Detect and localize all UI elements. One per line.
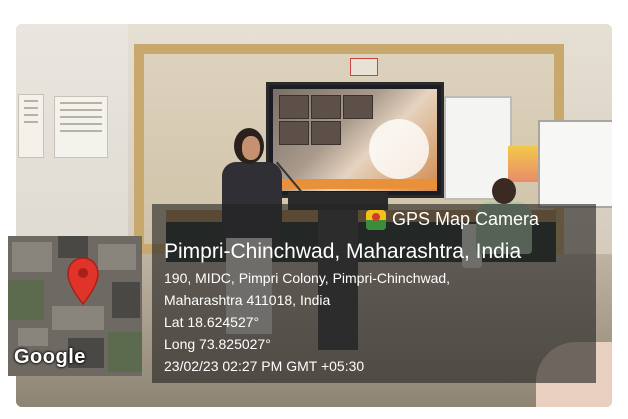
address-line-2: Maharashtra 411018, India (164, 292, 331, 308)
speaker-face (242, 136, 260, 160)
google-logo: Google (14, 346, 86, 368)
room-sign (350, 58, 378, 76)
notice-board (54, 96, 108, 158)
video-tile (311, 95, 341, 119)
notice-board (18, 94, 44, 158)
gps-map-camera-badge: GPS Map Camera (362, 206, 594, 234)
whiteboard (538, 120, 612, 208)
video-tile (343, 95, 373, 119)
timestamp: 23/02/23 02:27 PM GMT +05:30 (164, 358, 365, 374)
gps-map-camera-icon (366, 210, 386, 230)
seated-person-head (492, 178, 516, 204)
screen-circle (369, 119, 429, 179)
app-name: GPS Map Camera (392, 209, 540, 229)
map-pin-icon (67, 257, 99, 306)
map-thumbnail: Google (8, 236, 142, 376)
location-title: Pimpri-Chinchwad, Maharashtra, India (164, 240, 522, 263)
screen-content (273, 89, 437, 191)
video-tile (311, 121, 341, 145)
address-line-1: 190, MIDC, Pimpri Colony, Pimpri-Chinchw… (164, 270, 451, 286)
longitude: Long 73.825027° (164, 336, 271, 352)
poster (508, 146, 540, 182)
video-tile (279, 121, 309, 145)
latitude: Lat 18.624527° (164, 314, 260, 330)
video-tile (279, 95, 309, 119)
